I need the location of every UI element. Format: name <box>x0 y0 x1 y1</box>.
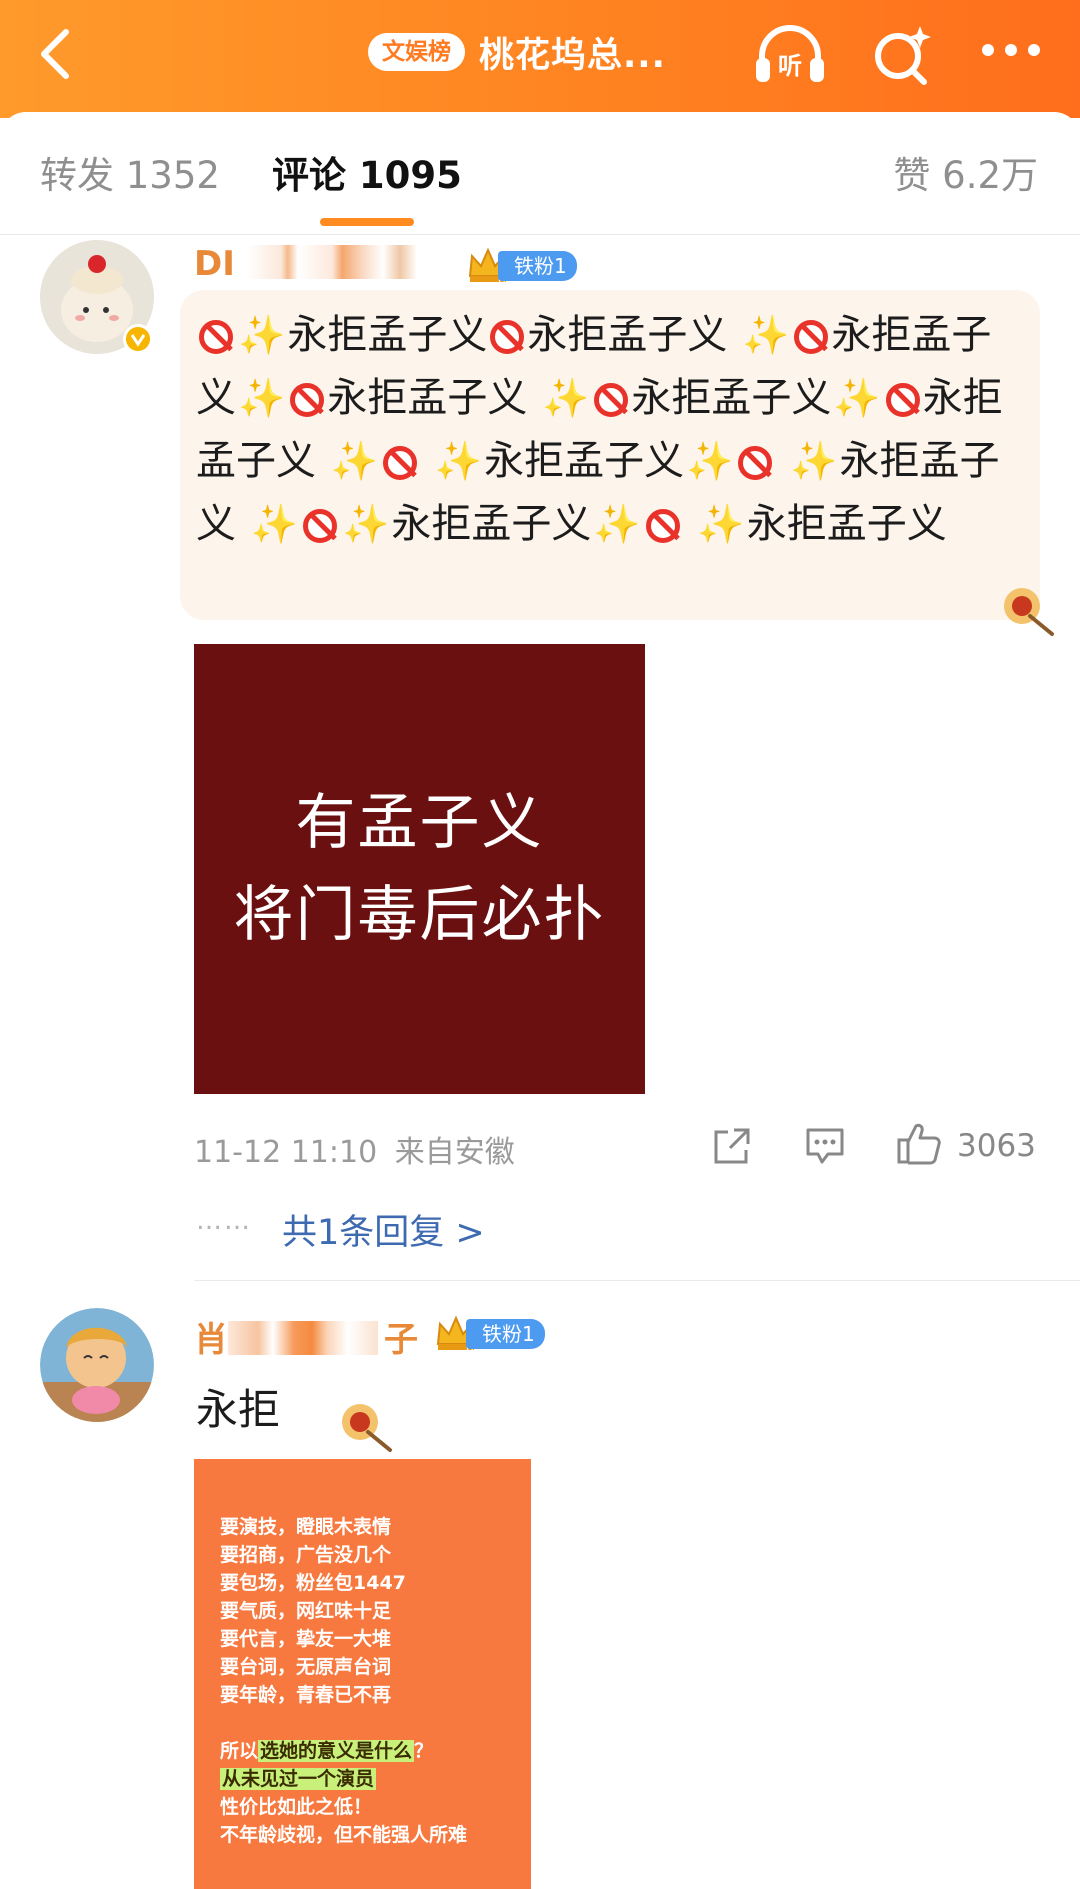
username-visible-part: 肖 <box>194 1320 228 1360</box>
prohibited-icon <box>645 509 680 543</box>
text-segment: 子义 <box>511 501 592 547</box>
image-text-line: 从未见过一个演员 <box>220 1765 467 1793</box>
image-text-line: 不年龄歧视，但不能强人所难 <box>220 1824 468 1846</box>
username[interactable]: DI <box>194 244 417 284</box>
top-bar: 文娱榜 桃花坞总... 听 <box>0 0 1080 118</box>
fan-badge[interactable]: 6 铁粉1 <box>466 246 577 286</box>
divider <box>0 234 1080 235</box>
sparkles-icon: ✨ <box>434 439 483 483</box>
back-arrow-icon[interactable] <box>28 24 88 84</box>
bubble-decoration-icon <box>996 582 1058 640</box>
text-segment: 永拒孟子 <box>484 438 645 484</box>
comment-text: ✨永拒孟子义 永拒孟子义 ✨ 永拒孟子义✨ 永拒孟子义 ✨ 永拒孟子义✨ 永拒孟子义 ✨ … <box>196 304 1026 556</box>
fan-label: 铁粉1 <box>466 1319 545 1349</box>
prohibited-icon <box>594 383 629 417</box>
username-mosaic <box>246 245 417 279</box>
text-segment: 永拒孟 <box>391 501 512 547</box>
prohibited-icon <box>199 320 233 354</box>
prohibited-icon <box>303 509 338 543</box>
share-icon[interactable] <box>712 1126 752 1170</box>
image-text-line: 要包场，粉丝包1447 <box>220 1572 406 1594</box>
reply-dots: …… <box>196 1206 252 1236</box>
comment-time: 11-12 11:10 <box>194 1135 378 1170</box>
prohibited-icon <box>383 446 418 480</box>
text-segment: 永拒孟子义 <box>287 312 488 358</box>
thumbs-up-icon[interactable] <box>896 1122 942 1170</box>
image-text-highlight: 选她的意义是什么 <box>258 1740 415 1762</box>
search-sparkle-icon[interactable] <box>868 20 938 90</box>
image-text-highlight: 从未见过一个演员 <box>220 1768 377 1790</box>
sparkles-icon: ✨ <box>542 376 590 420</box>
text-segment: 永拒孟子义 <box>527 312 728 358</box>
bubble-decoration-icon <box>334 1398 396 1456</box>
svg-text:听: 听 <box>778 52 802 80</box>
image-text-line: 性价比如此之低！ <box>220 1796 373 1818</box>
sparkles-icon: ✨ <box>238 313 286 357</box>
like-count: 3063 <box>957 1128 1036 1164</box>
active-tab-indicator <box>320 218 414 226</box>
comment-text: 永拒 <box>196 1385 281 1434</box>
divider <box>194 1280 1080 1281</box>
image-text-block: 所以 选她的意义是什么？ 从未见过一个演员 性价比如此之低！ 不年龄歧视，但不能强… <box>220 1737 467 1849</box>
sparkles-icon: ✨ <box>330 439 379 483</box>
text-segment: 永 <box>831 312 872 358</box>
image-caption: 有孟子义 将门毒后必扑 <box>234 777 606 961</box>
rank-badge: 文娱榜 <box>368 33 465 71</box>
comment-image[interactable]: 要演技，瞪眼木表情 要招商，广告没几个 要包场，粉丝包1447 要气质，网红味十… <box>194 1459 531 1889</box>
comment-location: 来自安徽 <box>394 1135 515 1170</box>
image-text-block: 要演技，瞪眼木表情 要招商，广告没几个 要包场，粉丝包1447 要气质，网红味十… <box>220 1513 406 1709</box>
tab-repost[interactable]: 转发 1352 <box>40 154 220 198</box>
more-dots-icon[interactable] <box>976 30 1046 70</box>
image-text-line: 要气质，网红味十足 <box>220 1600 392 1622</box>
image-text-fragment: 所以 <box>220 1740 259 1762</box>
sparkles-icon: ✨ <box>697 502 745 546</box>
sparkles-icon: ✨ <box>833 376 881 420</box>
image-text-line: 要演技，瞪眼木表情 <box>220 1516 392 1538</box>
image-text-line: 要招商，广告没几个 <box>220 1544 392 1566</box>
image-text-line: 要台词，无原声台词 <box>220 1656 392 1678</box>
text-segment: 子义 <box>751 375 832 421</box>
image-text-line: 要年龄，青春已不再 <box>220 1684 392 1706</box>
avatar[interactable] <box>40 1308 154 1422</box>
page-title: 桃花坞总... <box>479 35 666 76</box>
prohibited-icon <box>290 383 325 417</box>
image-text-fragment: ？ <box>414 1740 434 1762</box>
sparkles-icon: ✨ <box>593 502 641 546</box>
comment-icon[interactable] <box>804 1126 846 1170</box>
image-caption-line: 有孟子义 <box>295 788 544 858</box>
tabs-bar: 转发 1352 评论 1095 赞 6.2万 <box>0 112 1080 236</box>
tab-like[interactable]: 赞 6.2万 <box>893 154 1038 198</box>
sparkles-icon: ✨ <box>790 439 838 483</box>
sparkles-icon: ✨ <box>342 502 390 546</box>
sparkles-icon: ✨ <box>742 313 790 357</box>
image-caption-line: 将门毒后必扑 <box>233 880 606 950</box>
sparkles-icon: ✨ <box>686 439 734 483</box>
prohibited-icon <box>490 320 525 354</box>
comment-meta: 11-12 11:10 来自安徽 <box>194 1127 515 1171</box>
text-segment: 永拒孟子义 <box>746 501 947 547</box>
prohibited-icon <box>738 446 773 480</box>
text-segment: 义 <box>644 438 685 484</box>
fan-label: 铁粉1 <box>498 251 577 281</box>
username-mosaic <box>228 1321 378 1355</box>
image-text-line: 要代言，挚友一大堆 <box>220 1628 392 1650</box>
tab-comment[interactable]: 评论 1095 <box>272 154 462 198</box>
sparkles-icon: ✨ <box>238 376 286 420</box>
view-replies-link[interactable]: 共1条回复 > <box>282 1204 485 1255</box>
username[interactable]: 肖子 <box>194 1312 418 1361</box>
text-segment: 永拒孟子义 <box>327 375 528 421</box>
fan-badge[interactable]: 6 铁粉1 <box>434 1314 545 1354</box>
prohibited-icon <box>885 383 920 417</box>
comment-image[interactable]: 有孟子义 将门毒后必扑 <box>194 644 645 1094</box>
username-visible-part: DI <box>194 244 235 284</box>
listen-headphone-icon[interactable]: 听 <box>752 20 828 90</box>
header-title-group[interactable]: 文娱榜 桃花坞总... <box>368 30 666 76</box>
username-visible-part: 子 <box>384 1320 418 1360</box>
text-segment: 永拒孟 <box>631 375 752 421</box>
sparkles-icon: ✨ <box>250 502 299 546</box>
prohibited-icon <box>794 320 829 354</box>
verified-badge-icon <box>123 324 153 354</box>
image-text-line: 所以 选她的意义是什么？ <box>220 1737 467 1765</box>
